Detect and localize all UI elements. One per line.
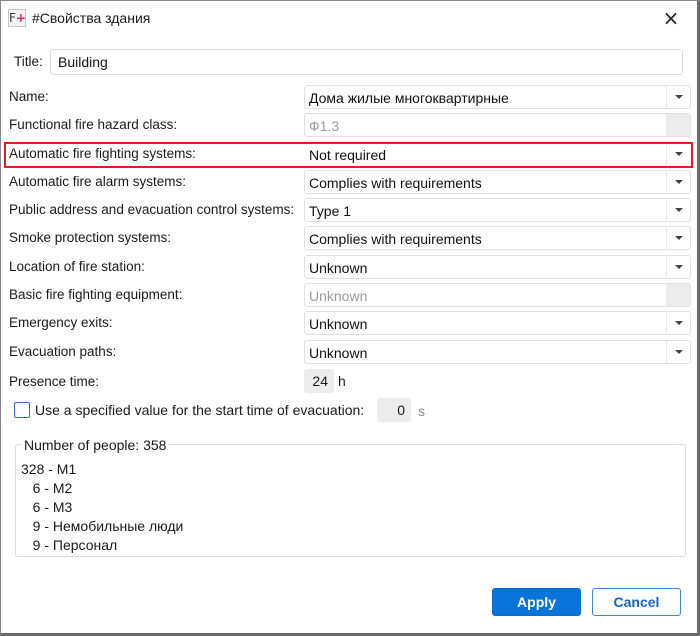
chevron-down-icon[interactable] (666, 143, 690, 165)
public-address-dropdown[interactable]: Type 1 (304, 198, 691, 222)
apply-button[interactable]: Apply (492, 588, 581, 616)
chevron-down-icon (666, 284, 690, 306)
title-label: Title: (14, 54, 43, 69)
people-count-legend: Number of people: 358 (21, 437, 170, 453)
cancel-button[interactable]: Cancel (592, 588, 681, 616)
title-bar: F+ #Свойства здания × (1, 1, 697, 37)
fire-hazard-class-dropdown: Ф1.3 (304, 113, 691, 137)
presence-time-input[interactable]: 24 (304, 369, 334, 393)
title-field-row: Title: (14, 49, 683, 75)
evacuation-start-checkbox[interactable] (14, 402, 30, 418)
property-row-evacuation-paths: Evacuation paths: Unknown (1, 338, 697, 366)
people-list-item: 6 - М2 (21, 480, 73, 496)
property-label: Basic fire fighting equipment: (9, 287, 183, 302)
dropdown-value: Unknown (309, 260, 368, 276)
chevron-down-icon[interactable] (666, 341, 690, 363)
chevron-down-icon[interactable] (666, 256, 690, 278)
property-row-basic-equipment: Basic fire fighting equipment: Unknown (1, 281, 697, 309)
chevron-down-icon[interactable] (666, 171, 690, 193)
building-properties-dialog: F+ #Свойства здания × Title: Name: Дома … (0, 0, 700, 636)
property-row-emergency-exits: Emergency exits: Unknown (1, 309, 697, 337)
property-label: Automatic fire fighting systems: (9, 146, 196, 161)
dropdown-value: Not required (309, 147, 387, 163)
property-row-public-address: Public address and evacuation control sy… (1, 196, 697, 224)
presence-time-row: Presence time: 24 h (1, 368, 697, 396)
chevron-down-icon (666, 114, 690, 136)
people-list-item: 9 - Немобильные люди (21, 518, 184, 534)
people-list-item: 328 - М1 (21, 461, 77, 477)
dropdown-value: Дома жилые многоквартирные (309, 90, 509, 106)
smoke-protection-dropdown[interactable]: Complies with requirements (304, 226, 691, 250)
presence-time-label: Presence time: (9, 374, 100, 389)
dropdown-value: Unknown (309, 316, 368, 332)
close-button[interactable]: × (659, 7, 683, 31)
app-logo-icon: F+ (8, 9, 26, 27)
chevron-down-icon[interactable] (666, 312, 690, 334)
dropdown-value: Complies with requirements (309, 231, 482, 247)
evacuation-start-unit: s (418, 403, 425, 419)
name-dropdown[interactable]: Дома жилые многоквартирные (304, 85, 691, 109)
evacuation-paths-dropdown[interactable]: Unknown (304, 340, 691, 364)
chevron-down-icon[interactable] (666, 86, 690, 108)
fire-station-dropdown[interactable]: Unknown (304, 255, 691, 279)
window-title: #Свойства здания (32, 10, 151, 26)
property-label: Automatic fire alarm systems: (9, 174, 187, 189)
presence-time-unit: h (338, 373, 346, 389)
property-row-name: Name: Дома жилые многоквартирные (1, 83, 697, 111)
property-label: Location of fire station: (9, 259, 145, 274)
dropdown-value: Ф1.3 (309, 118, 340, 134)
dropdown-value: Unknown (309, 345, 368, 361)
evacuation-start-input[interactable]: 0 (377, 398, 411, 422)
dropdown-value: Complies with requirements (309, 175, 482, 191)
people-list-item: 9 - Персонал (21, 537, 118, 553)
property-label: Emergency exits: (9, 315, 113, 330)
property-row-fire-alarm: Automatic fire alarm systems: Complies w… (1, 168, 697, 196)
emergency-exits-dropdown[interactable]: Unknown (304, 311, 691, 335)
fire-alarm-dropdown[interactable]: Complies with requirements (304, 170, 691, 194)
evacuation-start-label: Use a specified value for the start time… (35, 402, 365, 418)
people-list-item: 6 - М3 (21, 499, 73, 515)
title-input[interactable] (50, 49, 683, 75)
property-label: Public address and evacuation control sy… (9, 202, 295, 217)
property-row-fire-hazard-class: Functional fire hazard class: Ф1.3 (1, 111, 697, 139)
chevron-down-icon[interactable] (666, 199, 690, 221)
property-label: Smoke protection systems: (9, 230, 172, 245)
dropdown-value: Type 1 (309, 203, 352, 219)
property-row-smoke-protection: Smoke protection systems: Complies with … (1, 224, 697, 252)
chevron-down-icon[interactable] (666, 227, 690, 249)
dropdown-value: Unknown (309, 288, 368, 304)
property-row-auto-fire-fighting: Automatic fire fighting systems: Not req… (1, 140, 697, 168)
close-icon: × (662, 6, 680, 30)
property-row-fire-station: Location of fire station: Unknown (1, 253, 697, 281)
auto-fire-fighting-dropdown[interactable]: Not required (304, 142, 691, 166)
basic-equipment-dropdown: Unknown (304, 283, 691, 307)
property-label: Evacuation paths: (9, 344, 117, 359)
property-label: Functional fire hazard class: (9, 117, 178, 132)
property-label: Name: (9, 89, 49, 104)
